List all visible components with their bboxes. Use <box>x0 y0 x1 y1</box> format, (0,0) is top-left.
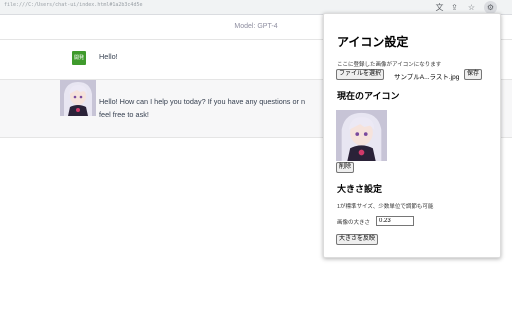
assistant-message-line: feel free to ask! <box>99 110 149 119</box>
save-button[interactable]: 保存 <box>464 69 483 80</box>
assistant-message-line: Hello! How can I help you today? If you … <box>99 97 306 106</box>
upload-hint: ここに登録した画像がアイコンになります <box>337 62 442 68</box>
user-message-text: Hello! <box>99 52 118 61</box>
current-icon-preview <box>336 110 387 161</box>
apply-size-button[interactable]: 大きさを反映 <box>336 234 379 245</box>
popup-title: アイコン設定 <box>337 35 409 49</box>
size-settings-heading: 大きさ設定 <box>337 184 383 194</box>
selected-file-name: サンプルA...ラスト.jpg <box>394 74 460 81</box>
size-hint: 1が標準サイズ、少数単位で調節も可能 <box>337 204 434 210</box>
delete-button[interactable]: 削除 <box>336 162 355 173</box>
icon-settings-popup: アイコン設定 ここに登録した画像がアイコンになります ファイルを選択 サンプルA… <box>323 13 501 258</box>
user-avatar: 開発 <box>72 51 86 65</box>
address-bar[interactable]: file:///C:/Users/chat-ui/index.html#1a2b… <box>4 2 142 8</box>
size-label: 画像の大きさ <box>337 220 371 226</box>
choose-file-button[interactable]: ファイルを選択 <box>336 69 385 80</box>
size-input[interactable] <box>376 216 414 226</box>
assistant-avatar <box>60 80 96 116</box>
screen: file:///C:/Users/chat-ui/index.html#1a2b… <box>0 0 512 320</box>
current-icon-heading: 現在のアイコン <box>337 91 400 101</box>
